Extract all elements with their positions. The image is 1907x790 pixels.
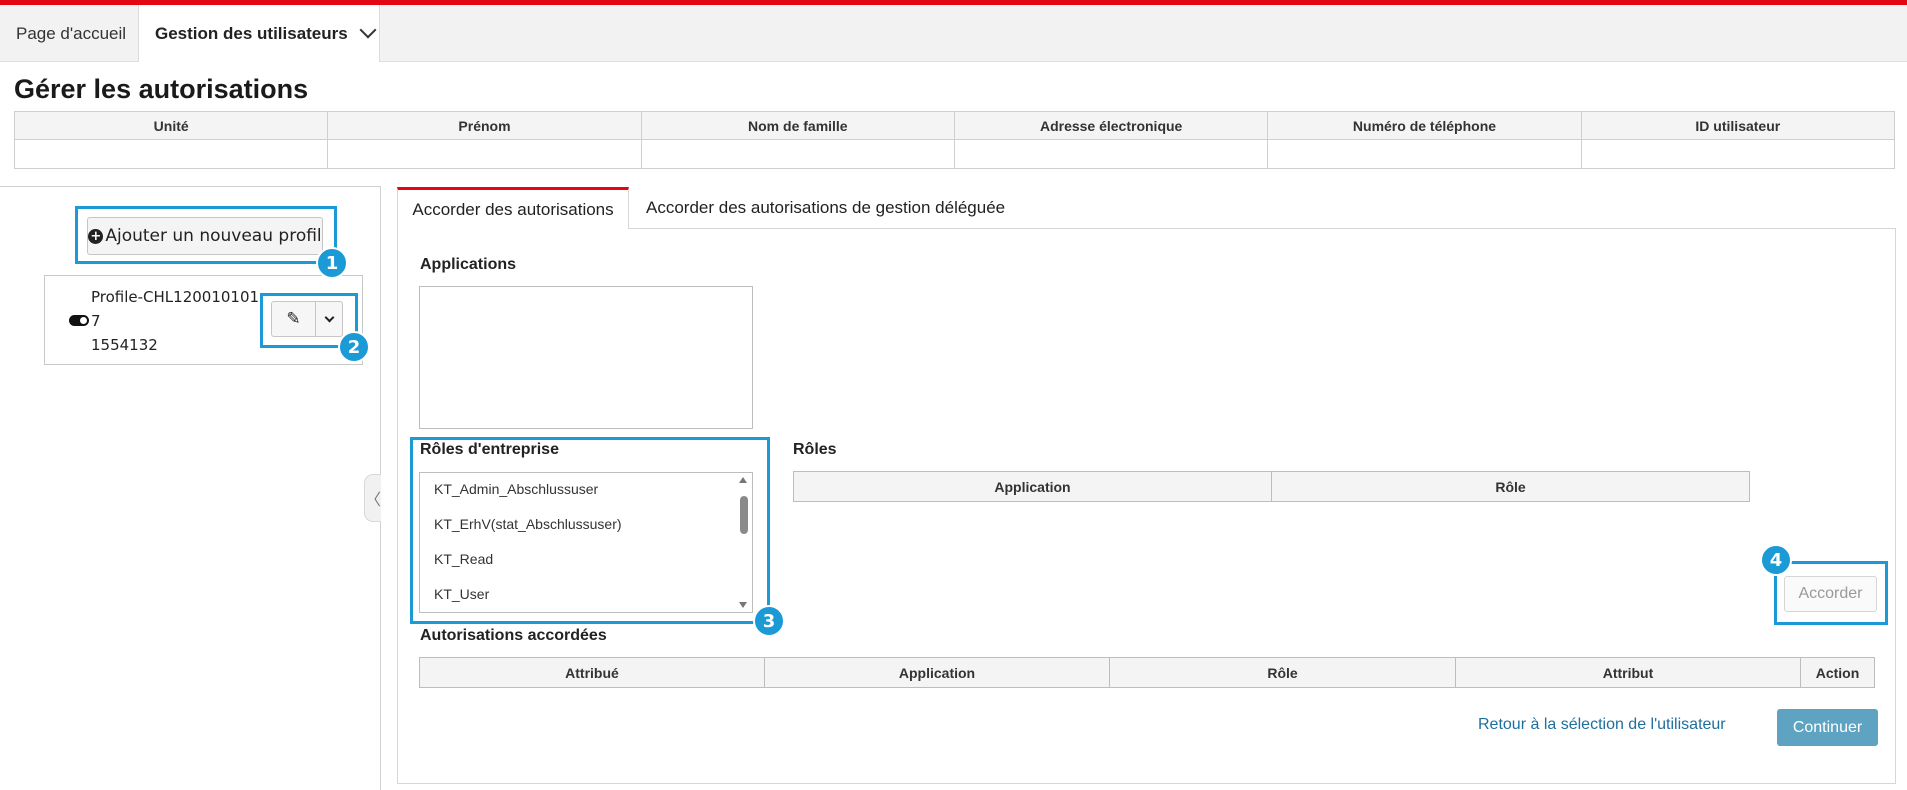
table-cell [640, 139, 955, 169]
chevron-down-icon [359, 21, 377, 38]
callout-badge-1: 1 [316, 247, 348, 279]
column-header-role: Rôle [1271, 471, 1750, 502]
table-cell [1267, 139, 1582, 169]
column-header-application: Application [793, 471, 1272, 502]
back-to-user-selection-link[interactable]: Retour à la sélection de l'utilisateur [1478, 716, 1726, 734]
tab-grant-permissions-label: Accorder des autorisations [412, 199, 614, 219]
continue-button[interactable]: Continuer [1777, 709, 1878, 746]
applications-list[interactable] [419, 286, 753, 429]
granted-permissions-table: Attribué Application Rôle Attribut Actio… [419, 657, 1875, 688]
profile-id: 1554132 [91, 336, 158, 354]
tab-delegated-permissions-label: Accorder des autorisations de gestion dé… [646, 198, 1006, 217]
collapse-sidebar-handle[interactable]: 〈 [364, 474, 381, 522]
callout-highlight-4 [1774, 561, 1888, 625]
roles-label: Rôles [793, 441, 837, 458]
profile-name: Profile-CHL120010101 [91, 288, 260, 306]
profile-name-suffix: 7 [91, 312, 101, 330]
column-header-attribute: Attribut [1455, 657, 1801, 688]
tab-grant-permissions[interactable]: Accorder des autorisations [397, 187, 629, 229]
chevron-left-icon: 〈 [365, 492, 382, 509]
user-info-table: Unité Prénom Nom de famille Adresse élec… [13, 111, 1896, 169]
callout-badge-3: 3 [753, 605, 785, 637]
callout-badge-4: 4 [1760, 544, 1792, 576]
table-cell [13, 139, 329, 169]
roles-table: Application Rôle [793, 471, 1750, 502]
column-header-action: Action [1800, 657, 1875, 688]
column-header-first-name: Prénom [327, 111, 642, 140]
applications-label: Applications [420, 256, 517, 273]
table-cell [1580, 139, 1896, 169]
nav-tab-user-management-label: Gestion des utilisateurs [155, 23, 348, 43]
nav-tab-home[interactable]: Page d'accueil [0, 5, 142, 62]
callout-highlight-1 [75, 206, 337, 264]
column-header-application: Application [764, 657, 1110, 688]
table-row [13, 139, 1896, 169]
granted-permissions-label: Autorisations accordées [420, 627, 607, 644]
column-header-role: Rôle [1109, 657, 1456, 688]
callout-highlight-3 [410, 437, 770, 624]
column-header-unit: Unité [13, 111, 329, 140]
nav-tab-user-management[interactable]: Gestion des utilisateurs [138, 5, 380, 62]
page-title: Gérer les autorisations [14, 74, 309, 104]
column-header-phone: Numéro de téléphone [1267, 111, 1582, 140]
column-header-email: Adresse électronique [953, 111, 1269, 140]
callout-badge-2: 2 [338, 331, 370, 363]
toggle-icon[interactable] [69, 315, 89, 326]
nav-tab-home-label: Page d'accueil [16, 23, 127, 43]
tab-delegated-permissions[interactable]: Accorder des autorisations de gestion dé… [646, 187, 1005, 229]
table-cell [953, 139, 1269, 169]
table-cell [327, 139, 642, 169]
column-header-last-name: Nom de famille [640, 111, 955, 140]
column-header-assigned: Attribué [419, 657, 765, 688]
column-header-user-id: ID utilisateur [1580, 111, 1896, 140]
